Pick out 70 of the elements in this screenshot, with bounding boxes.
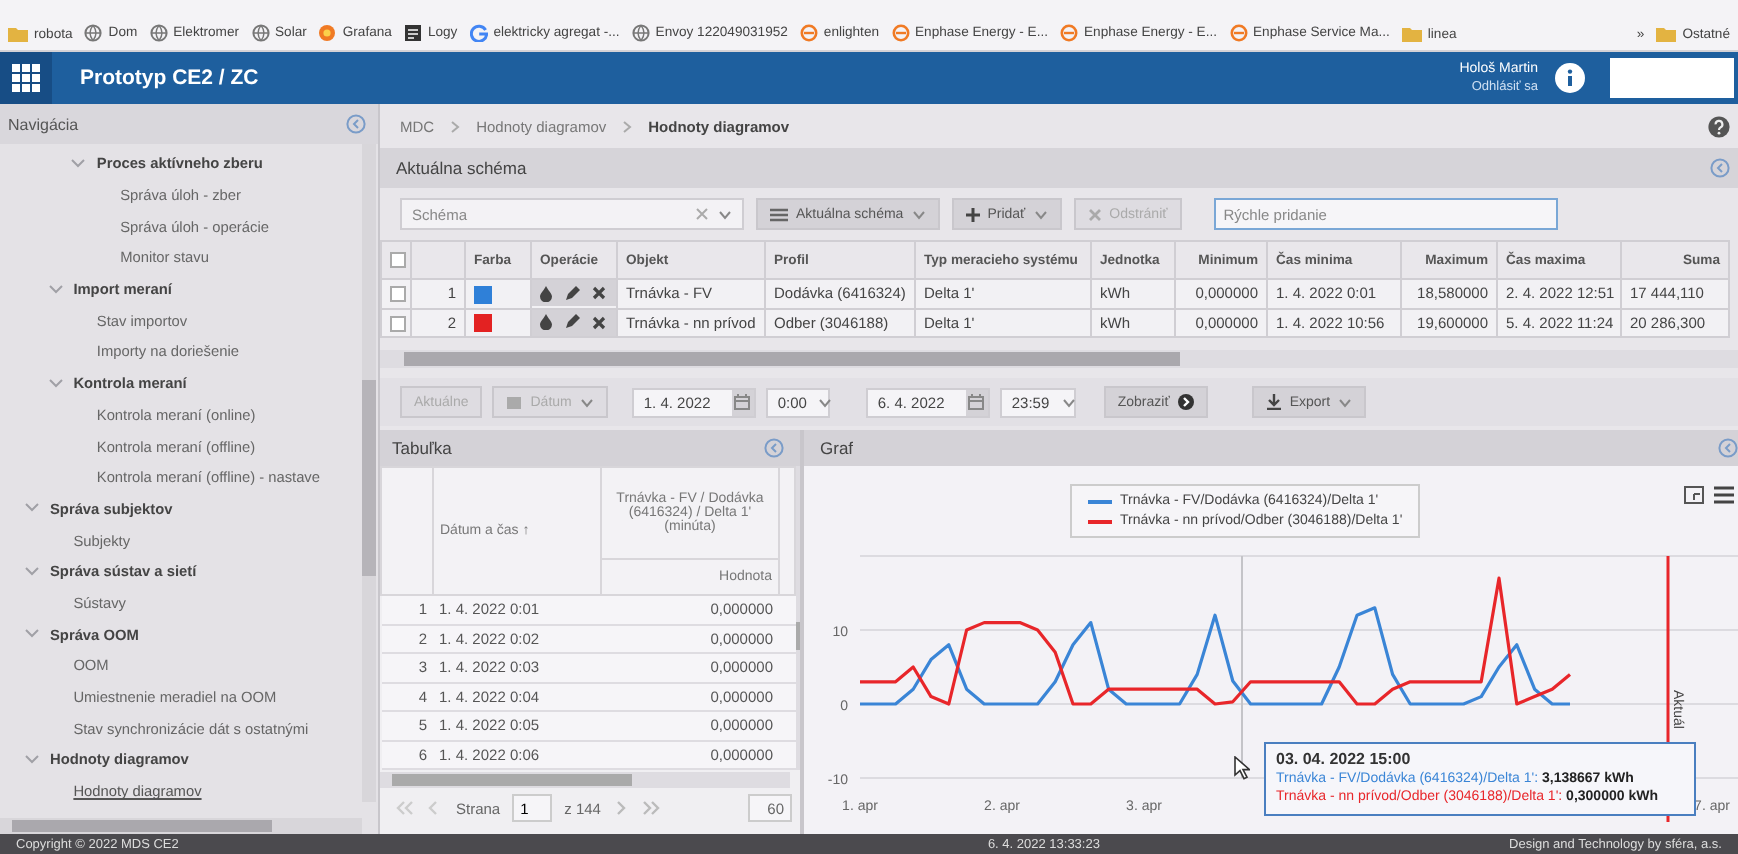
apps-icon [12,64,40,92]
caret-icon [1033,209,1048,219]
tooltip-title: 03. 04. 2022 15:00 [1276,750,1413,769]
list-icon [770,207,788,221]
panel-title: Aktuálna schéma [396,158,527,178]
chevron-down-icon [47,377,64,390]
chevron-right-icon [622,119,633,133]
logo-icon [799,24,818,42]
collapse-icon[interactable] [1710,158,1730,178]
checkbox[interactable] [390,252,406,268]
scrollbar[interactable] [380,772,790,788]
calendar-icon[interactable] [968,394,985,410]
logo-icon [318,24,337,42]
panel-title: Navigácia [8,115,79,133]
download-icon [1265,394,1282,410]
chevron-right-icon [450,119,461,133]
globe-icon [84,24,103,42]
delete-icon[interactable] [592,286,606,301]
next-page-icon[interactable] [612,800,631,816]
caret-icon [1338,397,1353,407]
chevron-down-icon [70,157,87,170]
collapse-icon[interactable] [346,114,366,134]
caret-icon [579,397,594,407]
globe-icon [251,24,269,42]
scrollbar[interactable] [0,818,362,834]
calendar-icon [506,394,523,410]
caret-icon [911,209,926,219]
collapse-icon[interactable] [764,438,784,458]
help-icon[interactable] [1708,115,1730,137]
folder-icon [8,26,28,42]
last-page-icon[interactable] [642,800,661,816]
collapse-icon[interactable] [1718,438,1738,458]
scrollbar[interactable] [380,350,1738,368]
scrollbar[interactable] [362,144,376,802]
apps-button[interactable] [0,52,52,104]
arrow-circle-icon [1177,394,1194,410]
calendar-icon[interactable] [734,394,751,410]
globe-icon [631,24,650,42]
chevron-down-icon [24,502,40,515]
delete-icon[interactable] [592,315,606,330]
clear-icon[interactable] [696,208,708,220]
caret-icon [1061,397,1076,407]
logo-icon [891,24,910,42]
app-title: Prototyp CE2 / ZC [80,66,259,90]
menu-icon[interactable] [1714,486,1734,504]
logo-icon [1060,24,1079,42]
panel-title: Graf [820,438,854,458]
caret-icon [818,397,833,407]
input-field[interactable] [1610,58,1734,98]
expand-icon[interactable] [1684,486,1704,504]
logo-icon [1229,24,1248,42]
first-page-icon[interactable] [396,800,414,816]
chevron-down-icon [24,753,40,766]
scrollbar[interactable] [796,466,800,770]
chevron-down-icon [24,565,40,578]
logo-icon [469,24,488,42]
folder-icon [1401,26,1422,42]
cursor-icon [1234,756,1250,780]
close-icon [1087,207,1102,221]
checkbox[interactable] [390,315,406,332]
globe-icon [149,24,168,42]
checkbox[interactable] [390,286,406,303]
chevron-down-icon [24,628,40,641]
panel-title: Tabuľka [392,438,452,458]
info-icon[interactable] [1554,62,1586,94]
plus-icon [965,207,980,221]
logo-icon [403,24,422,42]
caret-icon [718,209,732,219]
chevron-down-icon [47,283,64,296]
folder-icon [1656,26,1677,42]
